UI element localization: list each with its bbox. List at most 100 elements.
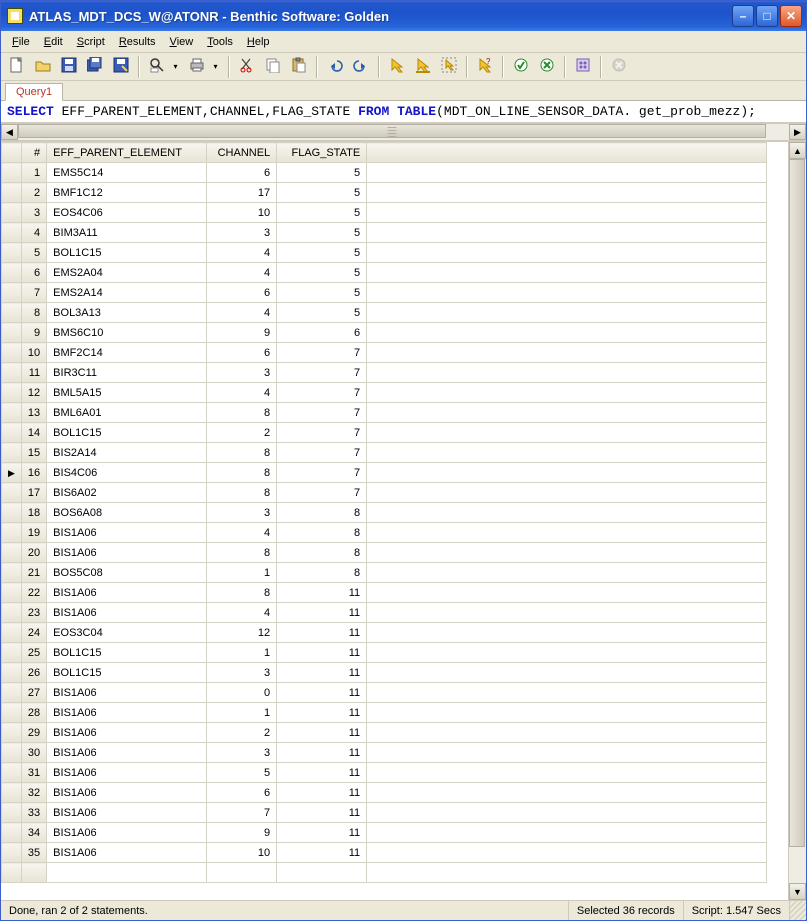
cell-channel[interactable]: 12 xyxy=(207,623,277,643)
table-row[interactable]: 32BIS1A06611 xyxy=(2,783,767,803)
cell-channel[interactable]: 2 xyxy=(207,423,277,443)
menu-script[interactable]: Script xyxy=(70,34,112,50)
cell-eff-parent-element[interactable]: BOL3A13 xyxy=(47,303,207,323)
cut-icon[interactable] xyxy=(235,55,259,79)
cell-eff-parent-element[interactable]: BOL1C15 xyxy=(47,423,207,443)
cell-eff-parent-element[interactable]: BIS1A06 xyxy=(47,603,207,623)
cell-flag-state[interactable]: 11 xyxy=(277,803,367,823)
cell-flag-state[interactable]: 5 xyxy=(277,163,367,183)
cell-eff-parent-element[interactable]: BMF1C12 xyxy=(47,183,207,203)
table-row[interactable]: 6EMS2A0445 xyxy=(2,263,767,283)
cell-flag-state[interactable]: 11 xyxy=(277,703,367,723)
rollback-icon[interactable] xyxy=(535,55,559,79)
row-selector[interactable] xyxy=(2,303,22,323)
cell-channel[interactable]: 10 xyxy=(207,843,277,863)
table-row[interactable]: 28BIS1A06111 xyxy=(2,703,767,723)
scroll-track[interactable] xyxy=(789,159,806,883)
table-row[interactable]: 4BIM3A1135 xyxy=(2,223,767,243)
row-selector[interactable] xyxy=(2,183,22,203)
cell-channel[interactable]: 1 xyxy=(207,563,277,583)
cell-flag-state[interactable]: 5 xyxy=(277,223,367,243)
find-icon[interactable] xyxy=(145,55,169,79)
cell-eff-parent-element[interactable]: BIS1A06 xyxy=(47,763,207,783)
cell-flag-state[interactable]: 11 xyxy=(277,843,367,863)
cell-flag-state[interactable]: 8 xyxy=(277,543,367,563)
cell-channel[interactable]: 2 xyxy=(207,723,277,743)
row-selector[interactable] xyxy=(2,403,22,423)
row-selector[interactable] xyxy=(2,683,22,703)
cell-flag-state[interactable]: 11 xyxy=(277,723,367,743)
table-row[interactable]: 26BOL1C15311 xyxy=(2,663,767,683)
cell-channel[interactable]: 10 xyxy=(207,203,277,223)
table-row[interactable]: 20BIS1A0688 xyxy=(2,543,767,563)
row-selector[interactable] xyxy=(2,263,22,283)
row-selector[interactable] xyxy=(2,723,22,743)
close-button[interactable]: ✕ xyxy=(780,5,802,27)
cell-channel[interactable]: 9 xyxy=(207,823,277,843)
menu-file[interactable]: File xyxy=(5,34,37,50)
redo-icon[interactable] xyxy=(349,55,373,79)
new-file-icon[interactable] xyxy=(5,55,29,79)
cell-eff-parent-element[interactable]: EMS2A14 xyxy=(47,283,207,303)
cell-eff-parent-element[interactable]: BIR3C11 xyxy=(47,363,207,383)
table-row[interactable]: 10BMF2C1467 xyxy=(2,343,767,363)
cell-flag-state[interactable]: 5 xyxy=(277,243,367,263)
cell-flag-state[interactable]: 7 xyxy=(277,383,367,403)
cell-channel[interactable]: 6 xyxy=(207,783,277,803)
tab-query1[interactable]: Query1 xyxy=(5,83,63,101)
scroll-right-button[interactable]: ▶ xyxy=(789,124,806,140)
row-selector[interactable] xyxy=(2,803,22,823)
paste-icon[interactable] xyxy=(287,55,311,79)
cell-channel[interactable]: 1 xyxy=(207,643,277,663)
table-row[interactable]: 16BIS4C0687 xyxy=(2,463,767,483)
cell-channel[interactable]: 8 xyxy=(207,543,277,563)
sql-editor[interactable]: SELECT EFF_PARENT_ELEMENT,CHANNEL,FLAG_S… xyxy=(1,101,806,123)
cell-flag-state[interactable]: 11 xyxy=(277,743,367,763)
cell-channel[interactable]: 4 xyxy=(207,243,277,263)
cell-flag-state[interactable]: 7 xyxy=(277,483,367,503)
cell-flag-state[interactable]: 7 xyxy=(277,423,367,443)
run-line-icon[interactable] xyxy=(411,55,435,79)
table-row[interactable]: 11BIR3C1137 xyxy=(2,363,767,383)
row-selector[interactable] xyxy=(2,603,22,623)
row-selector[interactable] xyxy=(2,203,22,223)
cell-flag-state[interactable]: 11 xyxy=(277,823,367,843)
cell-eff-parent-element[interactable]: BIS1A06 xyxy=(47,803,207,823)
cell-eff-parent-element[interactable]: BIS1A06 xyxy=(47,843,207,863)
run-selection-icon[interactable] xyxy=(437,55,461,79)
cell-eff-parent-element[interactable]: BIS1A06 xyxy=(47,703,207,723)
row-selector[interactable] xyxy=(2,843,22,863)
row-selector[interactable] xyxy=(2,423,22,443)
cell-flag-state[interactable]: 11 xyxy=(277,663,367,683)
table-row[interactable]: 1EMS5C1465 xyxy=(2,163,767,183)
stop-icon[interactable] xyxy=(607,55,631,79)
scroll-down-button[interactable]: ▼ xyxy=(789,883,806,900)
cell-channel[interactable]: 8 xyxy=(207,403,277,423)
scroll-up-button[interactable]: ▲ xyxy=(789,142,806,159)
cell-flag-state[interactable]: 11 xyxy=(277,583,367,603)
table-row[interactable]: 23BIS1A06411 xyxy=(2,603,767,623)
cell-flag-state[interactable]: 8 xyxy=(277,523,367,543)
table-row[interactable]: 33BIS1A06711 xyxy=(2,803,767,823)
cell-flag-state[interactable]: 8 xyxy=(277,563,367,583)
row-selector[interactable] xyxy=(2,243,22,263)
row-selector[interactable] xyxy=(2,463,22,483)
table-row[interactable]: 29BIS1A06211 xyxy=(2,723,767,743)
cell-flag-state[interactable]: 5 xyxy=(277,303,367,323)
row-selector[interactable] xyxy=(2,363,22,383)
row-selector[interactable] xyxy=(2,163,22,183)
table-row[interactable]: 12BML5A1547 xyxy=(2,383,767,403)
cell-channel[interactable]: 6 xyxy=(207,343,277,363)
cell-channel[interactable]: 7 xyxy=(207,803,277,823)
row-selector[interactable] xyxy=(2,543,22,563)
row-selector[interactable] xyxy=(2,583,22,603)
table-row[interactable]: 22BIS1A06811 xyxy=(2,583,767,603)
table-row[interactable]: 30BIS1A06311 xyxy=(2,743,767,763)
table-row[interactable]: 25BOL1C15111 xyxy=(2,643,767,663)
cell-eff-parent-element[interactable]: EOS4C06 xyxy=(47,203,207,223)
menu-tools[interactable]: Tools xyxy=(200,34,240,50)
cell-channel[interactable]: 4 xyxy=(207,523,277,543)
save-as-icon[interactable] xyxy=(109,55,133,79)
scroll-left-button[interactable]: ◀ xyxy=(1,124,18,140)
cell-channel[interactable]: 3 xyxy=(207,663,277,683)
